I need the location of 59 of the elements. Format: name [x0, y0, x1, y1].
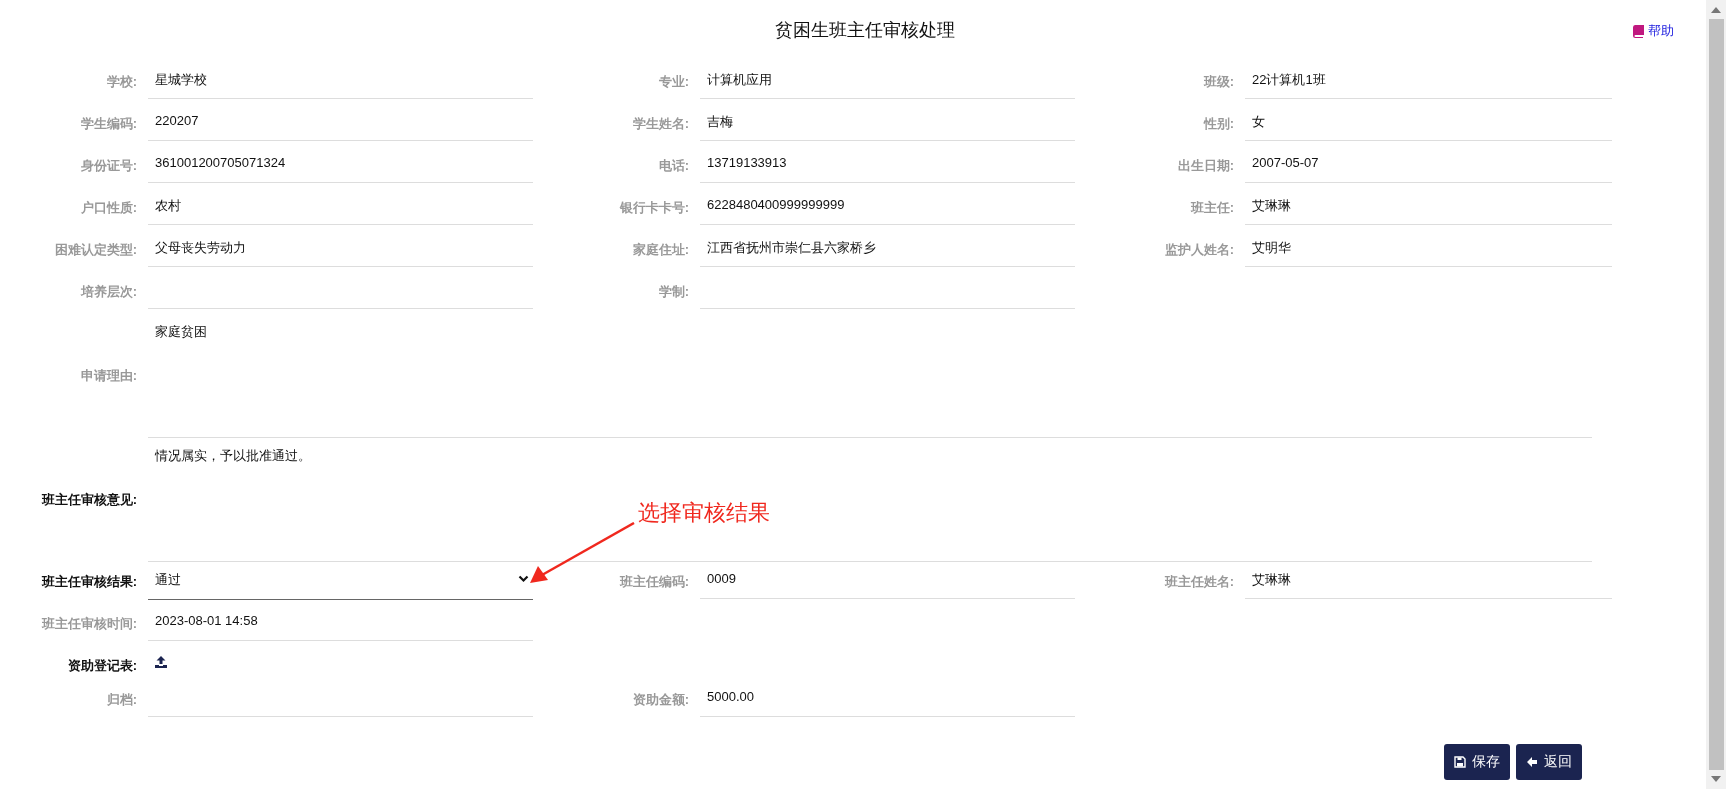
page-title: 贫困生班主任审核处理	[775, 19, 955, 42]
field-value: 农村	[148, 188, 533, 225]
field-label: 户口性质:	[79, 199, 137, 217]
field-value: 计算机应用	[700, 62, 1075, 99]
field-value: 江西省抚州市崇仁县六家桥乡	[700, 230, 1075, 267]
field-value: 艾琳琳	[1245, 562, 1612, 599]
field-value: 吉梅	[700, 104, 1075, 141]
field-value: 2023-08-01 14:58	[148, 604, 533, 641]
field-label: 出生日期:	[1176, 157, 1234, 175]
field-value: 艾明华	[1245, 230, 1612, 267]
field-label: 银行卡卡号:	[618, 199, 689, 217]
scroll-down-icon[interactable]	[1711, 776, 1721, 782]
help-link[interactable]: 帮助	[1632, 22, 1674, 40]
field-value: 22计算机1班	[1245, 62, 1612, 99]
field-label: 班主任审核时间:	[40, 615, 137, 633]
field-value: 0009	[700, 562, 1075, 599]
field-value: 220207	[148, 104, 533, 141]
field-value: 艾琳琳	[1245, 188, 1612, 225]
scroll-up-icon[interactable]	[1711, 7, 1721, 13]
field-value: 星城学校	[148, 62, 533, 99]
field-value: 13719133913	[700, 146, 1075, 183]
arrow-left-icon	[1526, 756, 1538, 768]
field-label: 资助金额:	[631, 691, 689, 709]
field-label: 班主任审核结果:	[40, 573, 137, 591]
field-value: 女	[1245, 104, 1612, 141]
field-value: 5000.00	[700, 680, 1075, 717]
field-label: 学生姓名:	[631, 115, 689, 133]
scrollbar[interactable]	[1706, 0, 1726, 789]
field-label: 家庭住址:	[631, 241, 689, 259]
field-label: 监护人姓名:	[1163, 241, 1234, 259]
field-label: 班主任:	[1189, 199, 1234, 217]
field-label: 学校:	[105, 73, 137, 91]
field-value: 2007-05-07	[1245, 146, 1612, 183]
field-label: 学制:	[657, 283, 689, 301]
field-label: 身份证号:	[79, 157, 137, 175]
result-select[interactable]: 通过	[148, 562, 533, 600]
text-area[interactable]: 家庭贫困	[148, 314, 1592, 438]
field-value: 6228480400999999999	[700, 188, 1075, 225]
field-label: 班级:	[1202, 73, 1234, 91]
book-icon	[1632, 24, 1644, 38]
field-label: 学生编码:	[79, 115, 137, 133]
field-label: 归档:	[105, 691, 137, 709]
back-button[interactable]: 返回	[1516, 744, 1582, 780]
save-button[interactable]: 保存	[1444, 744, 1510, 780]
field-label: 班主任姓名:	[1163, 573, 1234, 591]
field-label: 资助登记表:	[66, 657, 137, 675]
field-label: 电话:	[657, 157, 689, 175]
field-label: 专业:	[657, 73, 689, 91]
field-label: 困难认定类型:	[53, 241, 137, 259]
field-label: 申请理由:	[79, 367, 137, 385]
field-value: 父母丧失劳动力	[148, 230, 533, 267]
field-label: 班主任审核意见:	[40, 491, 137, 509]
field-value: 361001200705071324	[148, 146, 533, 183]
chevron-down-icon	[518, 575, 529, 583]
field-label: 培养层次:	[79, 283, 137, 301]
upload-icon[interactable]	[155, 656, 167, 668]
field-label: 班主任编码:	[618, 573, 689, 591]
field-label: 性别:	[1202, 115, 1234, 133]
annotation-text: 选择审核结果	[638, 499, 770, 527]
